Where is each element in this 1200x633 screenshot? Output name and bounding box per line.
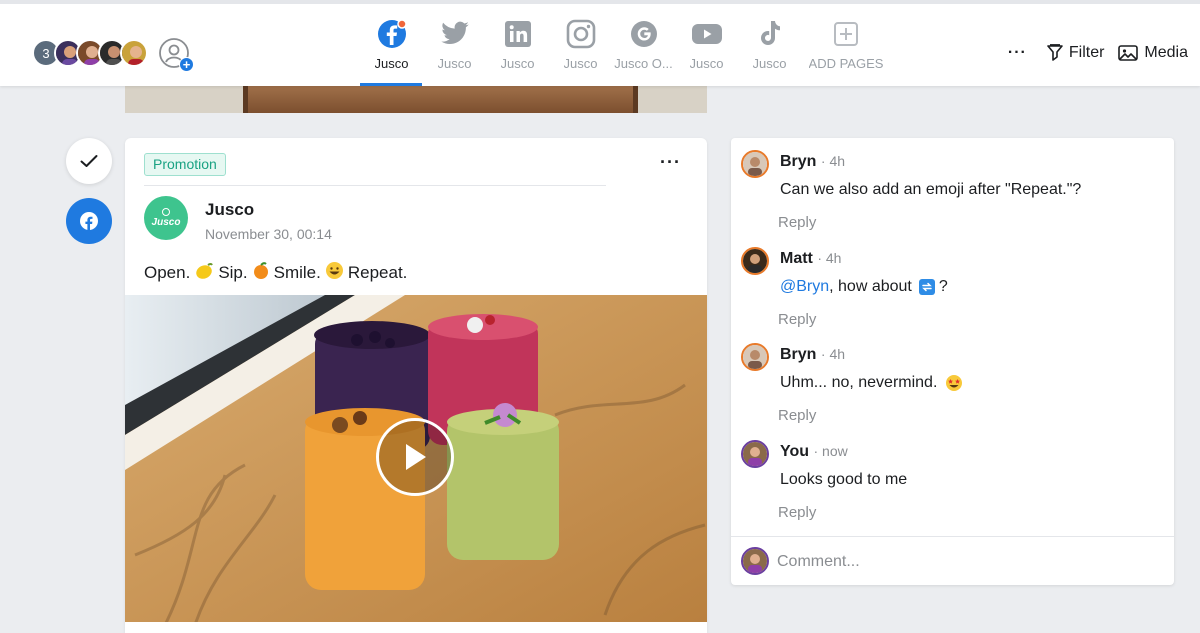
comment-text-end: ? <box>938 278 948 295</box>
tab-label: Jusco <box>689 56 724 71</box>
repeat-emoji-icon <box>918 279 935 295</box>
comment-body: Can we also add an emoji after "Repeat."… <box>780 181 1082 198</box>
post-date: November 30, 00:14 <box>205 226 332 242</box>
divider <box>144 185 606 186</box>
avatar <box>741 547 769 575</box>
comment-time: · now <box>813 443 848 459</box>
google-icon <box>629 16 659 52</box>
comment-composer <box>731 536 1174 585</box>
approve-button[interactable] <box>66 138 112 184</box>
mention-link[interactable]: @Bryn <box>780 278 829 296</box>
tab-label: Jusco <box>374 56 409 71</box>
post-caption: Open. Sip. Smile. Repeat. <box>144 261 407 285</box>
network-facebook-button[interactable] <box>66 198 112 244</box>
comment-author[interactable]: Matt <box>780 250 813 267</box>
add-member-button[interactable]: + <box>158 37 194 72</box>
caption-part: Smile. <box>273 263 321 282</box>
media-label: Media <box>1144 44 1188 61</box>
page-tabs: Jusco Jusco Jusco Jusco Jusco O... Jusco… <box>360 16 891 86</box>
filter-label: Filter <box>1068 44 1105 61</box>
comment-time: · 4h <box>817 250 842 266</box>
comment-header: Matt · 4h <box>780 250 841 268</box>
avatar[interactable] <box>741 247 769 275</box>
logo-text: Jusco <box>151 217 181 228</box>
avatar[interactable] <box>120 39 148 67</box>
tab-add-pages[interactable]: ADD PAGES <box>801 16 891 86</box>
post-more-button[interactable]: ··· <box>660 152 681 173</box>
linkedin-icon <box>504 16 532 52</box>
post-video[interactable] <box>125 295 707 622</box>
comment-author[interactable]: You <box>780 443 809 460</box>
top-bar: 3 + Jusco Jusco Jusco Jusco Jusco O... J… <box>0 0 1200 86</box>
play-icon <box>406 444 426 470</box>
checkmark-icon <box>80 155 98 167</box>
comment-time: · 4h <box>820 153 846 169</box>
avatar[interactable] <box>741 440 769 468</box>
tab-label: ADD PAGES <box>808 56 884 71</box>
post-card[interactable]: Promotion ··· Jusco Jusco November 30, 0… <box>125 138 707 633</box>
plus-icon: + <box>179 57 194 72</box>
filter-button[interactable]: Filter <box>1047 44 1105 62</box>
reply-link[interactable]: Reply <box>778 214 816 231</box>
comment-body: Uhm... no, nevermind. <box>780 374 963 392</box>
tab-tiktok-jusco[interactable]: Jusco <box>738 16 801 86</box>
comment-text: Uhm... no, nevermind. <box>780 374 938 391</box>
comment-header: Bryn · 4h <box>780 153 845 171</box>
star-struck-emoji-icon <box>946 375 963 391</box>
previous-post-image <box>125 86 707 113</box>
youtube-icon <box>691 16 723 52</box>
media-button[interactable]: Media <box>1118 44 1188 62</box>
lemon-emoji-icon <box>194 262 214 285</box>
caption-part: Open. <box>144 263 191 282</box>
tab-youtube-jusco[interactable]: Jusco <box>675 16 738 86</box>
avatar[interactable] <box>741 150 769 178</box>
comment-input[interactable] <box>777 549 1157 575</box>
page-name: Jusco <box>205 200 255 219</box>
promotion-label[interactable]: Promotion <box>144 153 226 176</box>
tab-facebook-jusco[interactable]: Jusco <box>360 16 423 86</box>
comment-author[interactable]: Bryn <box>780 346 816 363</box>
tab-google-jusco[interactable]: Jusco O... <box>612 16 675 86</box>
tab-label: Jusco O... <box>614 56 673 71</box>
reply-link[interactable]: Reply <box>778 311 816 328</box>
reply-link[interactable]: Reply <box>778 504 816 521</box>
image-icon <box>1118 45 1139 61</box>
reply-link[interactable]: Reply <box>778 407 816 424</box>
more-options-button[interactable]: ··· <box>1008 44 1027 62</box>
tab-linkedin-jusco[interactable]: Jusco <box>486 16 549 86</box>
tab-label: Jusco <box>500 56 535 71</box>
tiktok-icon <box>757 16 783 52</box>
caption-part: Repeat. <box>347 263 408 282</box>
view-toolbar: ··· Filter Media <box>1008 44 1188 62</box>
facebook-icon <box>80 212 98 230</box>
comment-author[interactable]: Bryn <box>780 153 816 170</box>
tangerine-emoji-icon <box>252 261 270 285</box>
tab-label: Jusco <box>437 56 472 71</box>
add-page-icon <box>833 16 859 52</box>
comment-body: @Bryn , how about ? <box>780 278 948 296</box>
comment-body: Looks good to me <box>780 471 908 488</box>
logo-mark <box>162 208 170 216</box>
tab-label: Jusco <box>752 56 787 71</box>
page-avatar: Jusco <box>144 196 188 240</box>
comment-header: You · now <box>780 443 848 461</box>
avatar[interactable] <box>741 343 769 371</box>
comment-text: , how about <box>829 278 912 295</box>
filter-icon <box>1047 44 1063 61</box>
caption-part: Sip. <box>218 263 248 282</box>
tab-instagram-jusco[interactable]: Jusco <box>549 16 612 86</box>
tab-twitter-jusco[interactable]: Jusco <box>423 16 486 86</box>
grinning-face-emoji-icon <box>325 261 344 285</box>
play-button[interactable] <box>376 418 454 496</box>
instagram-icon <box>566 16 596 52</box>
team-avatars[interactable]: 3 + <box>32 37 194 72</box>
comment-header: Bryn · 4h <box>780 346 845 364</box>
twitter-icon <box>440 16 470 52</box>
tab-label: Jusco <box>563 56 598 71</box>
comment-time: · 4h <box>820 346 846 362</box>
facebook-icon <box>376 16 408 52</box>
comments-panel: Bryn · 4h Can we also add an emoji after… <box>731 138 1174 585</box>
